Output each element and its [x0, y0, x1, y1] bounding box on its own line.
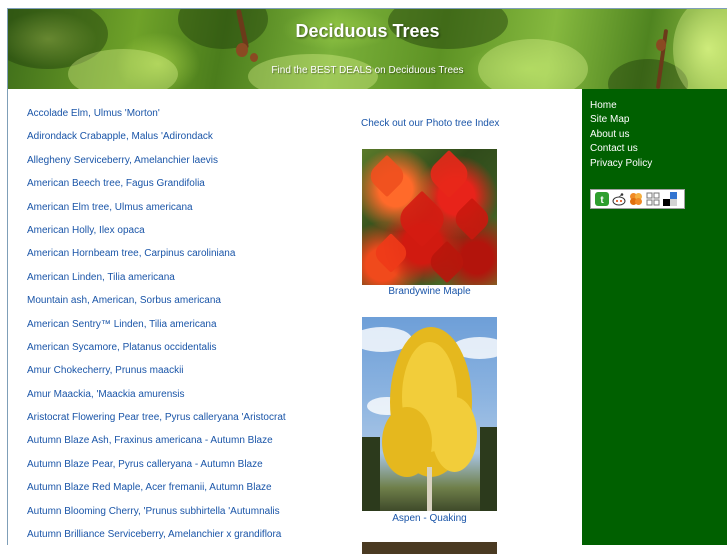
list-item: Amur Chokecherry, Prunus maackii: [27, 365, 286, 388]
nav-link-contact-us[interactable]: Contact us: [590, 143, 638, 154]
tree-link[interactable]: Mountain ash, American, Sorbus americana: [27, 295, 221, 306]
social-share-bar: t: [590, 189, 685, 209]
tree-photo[interactable]: [362, 542, 497, 554]
tree-link[interactable]: Amur Chokecherry, Prunus maackii: [27, 365, 184, 376]
header-banner: Deciduous Trees Find the BEST DEALS on D…: [8, 9, 727, 89]
nav-link-privacy-policy[interactable]: Privacy Policy: [590, 158, 652, 169]
list-item: Autumn Blaze Ash, Fraxinus americana - A…: [27, 435, 286, 458]
sidebar-item-site-map: Site Map: [590, 113, 652, 127]
tree-link[interactable]: Aristocrat Flowering Pear tree, Pyrus ca…: [27, 412, 286, 423]
tree-link[interactable]: American Sycamore, Platanus occidentalis: [27, 342, 217, 353]
list-item: Autumn Blooming Cherry, 'Prunus subhirte…: [27, 506, 286, 529]
maple-photo[interactable]: [362, 149, 497, 285]
technorati-icon[interactable]: t: [595, 192, 609, 206]
list-item: American Elm tree, Ulmus americana: [27, 202, 286, 225]
tree-link[interactable]: Amur Maackia, 'Maackia amurensis: [27, 389, 185, 400]
list-item: Accolade Elm, Ulmus 'Morton': [27, 108, 286, 131]
reddit-icon[interactable]: [612, 192, 626, 206]
tree-link[interactable]: Autumn Brilliance Serviceberry, Amelanch…: [27, 529, 281, 540]
list-item: Amur Maackia, 'Maackia amurensis: [27, 389, 286, 412]
aspen-photo[interactable]: [362, 317, 497, 511]
list-item: American Holly, Ilex opaca: [27, 225, 286, 248]
nav-link-home[interactable]: Home: [590, 100, 617, 111]
list-item: American Beech tree, Fagus Grandifolia: [27, 178, 286, 201]
list-item: American Sycamore, Platanus occidentalis: [27, 342, 286, 365]
tree-link[interactable]: Autumn Blaze Pear, Pyrus calleryana - Au…: [27, 459, 263, 470]
list-item: Aristocrat Flowering Pear tree, Pyrus ca…: [27, 412, 286, 435]
delicious-icon[interactable]: [663, 192, 677, 206]
tree-link[interactable]: American Beech tree, Fagus Grandifolia: [27, 178, 205, 189]
list-item: Adirondack Crabapple, Malus 'Adirondack: [27, 131, 286, 154]
tree-link[interactable]: American Sentry™ Linden, Tilia americana: [27, 319, 217, 330]
list-item: Allegheny Serviceberry, Amelanchier laev…: [27, 155, 286, 178]
photo-caption[interactable]: Aspen - Quaking: [362, 513, 497, 524]
sidebar-item-contact-us: Contact us: [590, 142, 652, 156]
tree-link[interactable]: American Hornbeam tree, Carpinus carolin…: [27, 248, 235, 259]
list-item: Mountain ash, American, Sorbus americana: [27, 295, 286, 318]
tree-link[interactable]: American Linden, Tilia americana: [27, 272, 175, 283]
tree-link[interactable]: Accolade Elm, Ulmus 'Morton': [27, 108, 160, 119]
tree-link[interactable]: Allegheny Serviceberry, Amelanchier laev…: [27, 155, 218, 166]
list-item: American Sentry™ Linden, Tilia americana: [27, 319, 286, 342]
list-item: Autumn Blaze Pear, Pyrus calleryana - Au…: [27, 459, 286, 482]
sidebar-item-about-us: About us: [590, 128, 652, 142]
sidebar-nav: Home Site Map About us Contact us Privac…: [590, 99, 652, 171]
digg-icon[interactable]: [646, 192, 660, 206]
sidebar-item-home: Home: [590, 99, 652, 113]
site-subtitle: Find the BEST DEALS on Deciduous Trees: [271, 65, 464, 76]
tree-list: Accolade Elm, Ulmus 'Morton' Adirondack …: [27, 108, 286, 552]
list-item: American Hornbeam tree, Carpinus carolin…: [27, 248, 286, 271]
tree-link[interactable]: Autumn Blooming Cherry, 'Prunus subhirte…: [27, 506, 280, 517]
list-item: Autumn Blaze Red Maple, Acer fremanii, A…: [27, 482, 286, 505]
tree-link[interactable]: Adirondack Crabapple, Malus 'Adirondack: [27, 131, 213, 142]
tree-link[interactable]: American Holly, Ilex opaca: [27, 225, 145, 236]
photo-index-link[interactable]: Check out our Photo tree Index: [361, 118, 499, 129]
photo-caption[interactable]: Brandywine Maple: [362, 286, 497, 297]
list-item: Autumn Brilliance Serviceberry, Amelanch…: [27, 529, 286, 552]
list-item: American Linden, Tilia americana: [27, 272, 286, 295]
sidebar: Home Site Map About us Contact us Privac…: [582, 89, 727, 545]
tree-link[interactable]: Autumn Blaze Red Maple, Acer fremanii, A…: [27, 482, 272, 493]
sidebar-item-privacy-policy: Privacy Policy: [590, 157, 652, 171]
nav-link-about-us[interactable]: About us: [590, 129, 629, 140]
site-title: Deciduous Trees: [295, 21, 440, 41]
stumbleupon-icon[interactable]: [629, 192, 643, 206]
tree-link[interactable]: Autumn Blaze Ash, Fraxinus americana - A…: [27, 435, 273, 446]
tree-link[interactable]: American Elm tree, Ulmus americana: [27, 202, 193, 213]
nav-link-site-map[interactable]: Site Map: [590, 114, 629, 125]
